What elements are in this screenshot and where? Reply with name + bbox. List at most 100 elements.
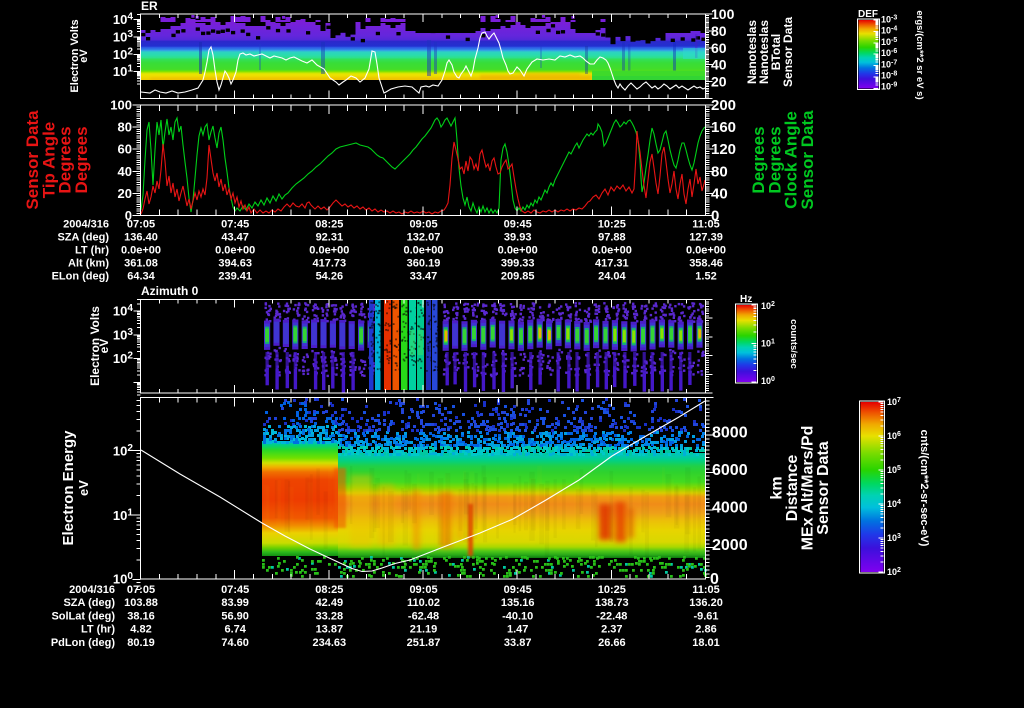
svg-text:MEx Alt/Mars/Pd: MEx Alt/Mars/Pd	[800, 426, 817, 551]
svg-text:10-4: 10-4	[881, 26, 897, 36]
svg-text:132.07: 132.07	[407, 232, 441, 244]
svg-text:4000: 4000	[712, 500, 748, 517]
svg-text:07:45: 07:45	[221, 584, 249, 596]
svg-text:106: 106	[887, 431, 901, 441]
svg-text:20: 20	[118, 186, 132, 201]
svg-text:LT (hr): LT (hr)	[81, 624, 115, 636]
svg-text:39.93: 39.93	[504, 232, 532, 244]
svg-text:-22.48: -22.48	[596, 610, 627, 622]
svg-text:eV: eV	[97, 339, 111, 354]
svg-text:18.01: 18.01	[692, 637, 720, 649]
svg-text:2.86: 2.86	[695, 624, 716, 636]
svg-text:Distance: Distance	[784, 455, 801, 522]
svg-text:21.19: 21.19	[410, 624, 438, 636]
svg-text:Sensor Data: Sensor Data	[815, 441, 832, 534]
svg-text:SZA (deg): SZA (deg)	[63, 597, 115, 609]
svg-text:103.88: 103.88	[124, 597, 158, 609]
svg-text:11:05: 11:05	[692, 584, 720, 596]
svg-text:100: 100	[711, 6, 735, 22]
svg-text:360.19: 360.19	[407, 258, 441, 270]
svg-text:394.63: 394.63	[218, 258, 252, 270]
svg-text:SolLat (deg): SolLat (deg)	[51, 610, 115, 622]
svg-text:0.0e+00: 0.0e+00	[309, 245, 349, 257]
svg-text:10-6: 10-6	[881, 48, 897, 58]
svg-text:07:05: 07:05	[127, 584, 155, 596]
svg-text:13.87: 13.87	[316, 624, 344, 636]
svg-text:417.73: 417.73	[313, 258, 347, 270]
svg-text:2004/316: 2004/316	[69, 584, 115, 596]
svg-text:07:45: 07:45	[221, 219, 249, 231]
svg-text:Electron Energy: Electron Energy	[60, 430, 77, 546]
svg-text:ergs/(cm**2 sr eV s): ergs/(cm**2 sr eV s)	[914, 10, 925, 99]
svg-text:ELon (deg): ELon (deg)	[52, 271, 110, 283]
svg-text:ER: ER	[141, 0, 158, 13]
svg-text:0.0e+00: 0.0e+00	[403, 245, 443, 257]
svg-text:101: 101	[761, 339, 775, 349]
svg-text:2000: 2000	[712, 537, 748, 554]
svg-text:eV: eV	[78, 49, 90, 63]
svg-text:100: 100	[761, 376, 775, 386]
svg-text:2.37: 2.37	[601, 624, 622, 636]
svg-text:11:05: 11:05	[692, 219, 720, 231]
svg-text:358.46: 358.46	[689, 258, 723, 270]
svg-text:40: 40	[711, 57, 727, 73]
svg-text:101: 101	[113, 64, 133, 80]
svg-text:Sensor Data: Sensor Data	[798, 110, 817, 210]
svg-text:80: 80	[118, 120, 132, 135]
svg-text:127.39: 127.39	[689, 232, 723, 244]
svg-text:Degrees: Degrees	[72, 126, 91, 193]
svg-text:417.31: 417.31	[595, 258, 629, 270]
svg-text:33.47: 33.47	[410, 271, 438, 283]
svg-text:60: 60	[711, 40, 727, 56]
svg-text:60: 60	[118, 142, 132, 157]
svg-text:80.19: 80.19	[127, 637, 155, 649]
svg-text:10:25: 10:25	[598, 584, 626, 596]
svg-text:80: 80	[711, 163, 728, 180]
svg-text:Hz: Hz	[740, 294, 752, 305]
svg-text:6.74: 6.74	[224, 624, 246, 636]
svg-text:399.33: 399.33	[501, 258, 535, 270]
svg-text:08:25: 08:25	[315, 219, 343, 231]
svg-text:136.40: 136.40	[124, 232, 158, 244]
svg-text:103: 103	[113, 327, 133, 343]
svg-text:103: 103	[113, 29, 133, 45]
svg-text:234.63: 234.63	[313, 637, 347, 649]
svg-text:4.82: 4.82	[130, 624, 151, 636]
svg-text:0.0e+00: 0.0e+00	[215, 245, 255, 257]
svg-text:DEF: DEF	[858, 9, 878, 20]
svg-text:1.47: 1.47	[507, 624, 528, 636]
svg-text:102: 102	[887, 567, 901, 577]
svg-text:-40.10: -40.10	[502, 610, 533, 622]
svg-text:Azimuth 0: Azimuth 0	[141, 284, 199, 298]
svg-text:64.34: 64.34	[127, 271, 155, 283]
svg-text:08:25: 08:25	[315, 584, 343, 596]
svg-text:0.0e+00: 0.0e+00	[592, 245, 632, 257]
svg-text:74.60: 74.60	[221, 637, 249, 649]
svg-text:km: km	[769, 476, 786, 499]
svg-text:40: 40	[118, 164, 132, 179]
svg-text:0.0e+00: 0.0e+00	[498, 245, 538, 257]
svg-text:0.0e+00: 0.0e+00	[686, 245, 726, 257]
svg-text:10-3: 10-3	[881, 15, 897, 25]
svg-text:09:05: 09:05	[409, 584, 437, 596]
svg-text:20: 20	[711, 74, 727, 90]
svg-text:-9.61: -9.61	[693, 610, 718, 622]
svg-text:80: 80	[711, 23, 727, 39]
svg-text:1.52: 1.52	[695, 271, 716, 283]
svg-text:6000: 6000	[712, 462, 748, 479]
svg-text:LT (hr): LT (hr)	[75, 245, 109, 257]
svg-text:0.0e+00: 0.0e+00	[121, 245, 161, 257]
svg-text:24.04: 24.04	[598, 271, 626, 283]
svg-text:33.28: 33.28	[316, 610, 344, 622]
svg-text:102: 102	[761, 301, 775, 311]
svg-text:160: 160	[711, 119, 736, 136]
svg-text:cnts/(cm**2-sr-sec-eV): cnts/(cm**2-sr-sec-eV)	[918, 430, 930, 547]
svg-text:110.02: 110.02	[407, 597, 440, 609]
svg-text:104: 104	[113, 12, 133, 28]
svg-text:10-9: 10-9	[881, 82, 897, 92]
svg-text:SZA (deg): SZA (deg)	[57, 232, 109, 244]
svg-text:PdLon (deg): PdLon (deg)	[51, 637, 115, 649]
svg-text:102: 102	[113, 351, 133, 367]
svg-text:104: 104	[887, 499, 901, 509]
svg-text:251.87: 251.87	[407, 637, 441, 649]
